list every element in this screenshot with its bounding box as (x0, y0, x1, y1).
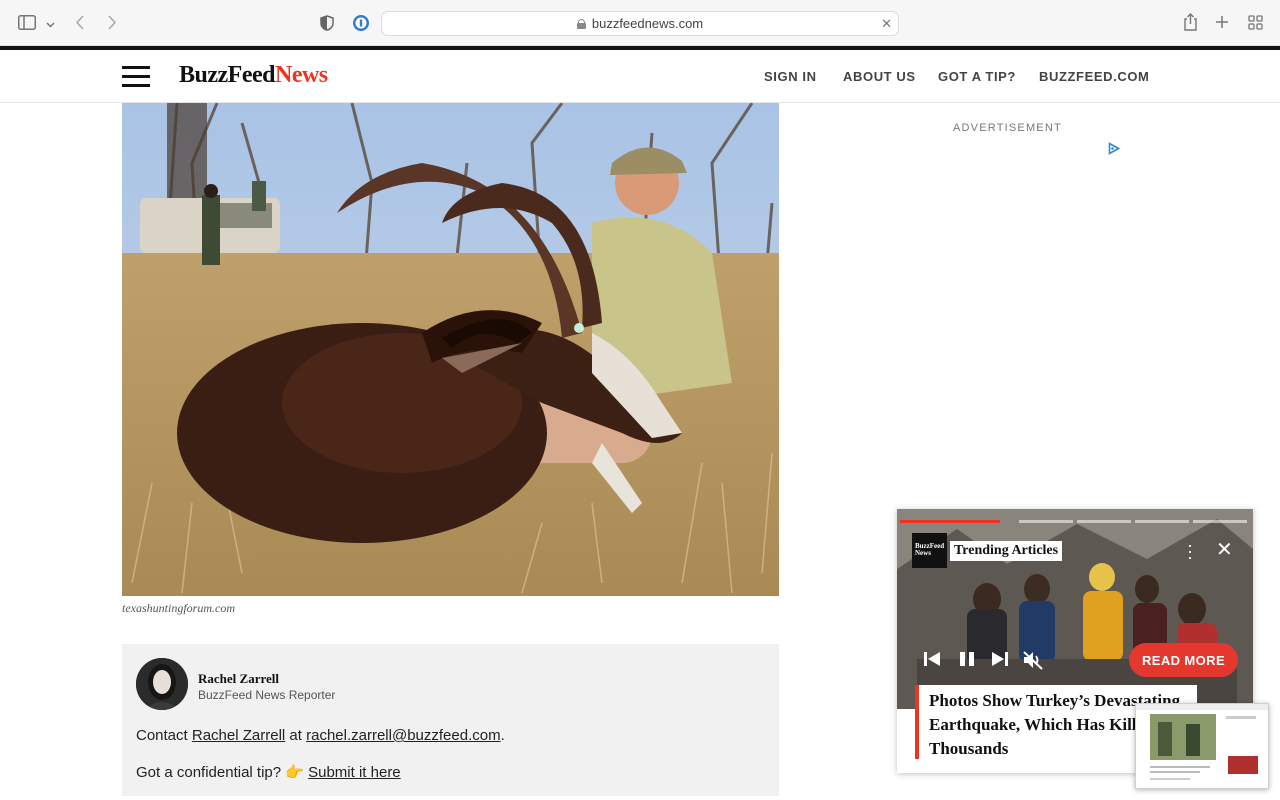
logo-buzzfeed: BuzzFeed (179, 62, 275, 88)
screenshot-thumbnail[interactable] (1135, 703, 1269, 789)
logo-news: News (274, 62, 328, 88)
read-more-button[interactable]: READ MORE (1129, 643, 1238, 677)
widget-logo: BuzzFeed News (912, 533, 947, 568)
sidebar-icon[interactable] (18, 15, 36, 34)
widget-logo-line2: News (915, 549, 931, 557)
submit-tip-link[interactable]: Submit it here (308, 764, 401, 781)
nav-got-a-tip[interactable]: GOT A TIP? (938, 69, 1016, 84)
progress-segment-3 (1077, 520, 1131, 523)
author-name[interactable]: Rachel Zarrell (198, 671, 279, 687)
menu-icon[interactable] (122, 66, 150, 87)
share-icon[interactable] (1183, 13, 1198, 35)
pause-icon[interactable] (958, 650, 976, 673)
forward-icon[interactable] (107, 15, 117, 34)
image-caption: texashuntingforum.com (122, 601, 235, 615)
close-icon[interactable]: ✕ (1216, 540, 1233, 560)
advertisement-label: ADVERTISEMENT (953, 122, 1062, 134)
author-role: BuzzFeed News Reporter (198, 688, 336, 702)
previous-icon[interactable] (923, 650, 941, 673)
progress-segment-2 (1019, 520, 1073, 523)
url-text: buzzfeednews.com (591, 16, 704, 31)
contact-prefix: Contact (136, 727, 188, 744)
shield-icon[interactable] (320, 15, 334, 35)
progress-segment-1 (900, 520, 1000, 523)
contact-line: Contact Rachel Zarrell at rachel.zarrell… (136, 727, 505, 744)
contact-suffix: . (500, 727, 505, 744)
tabs-grid-icon[interactable] (1248, 15, 1263, 34)
site-header: BuzzFeedNews SIGN IN ABOUT US GOT A TIP?… (0, 50, 1280, 103)
video-player[interactable]: BuzzFeed News Trending Articles · · · ✕ REA… (897, 509, 1253, 709)
mute-icon[interactable] (1022, 650, 1044, 675)
contact-at: at (289, 727, 302, 744)
browser-toolbar: buzzfeednews.com ✕ (0, 0, 1280, 46)
buzzfeed-news-logo[interactable]: BuzzFeedNews (179, 62, 328, 89)
progress-segment-5 (1193, 520, 1247, 523)
author-avatar[interactable] (136, 658, 188, 710)
contact-name-link[interactable]: Rachel Zarrell (192, 727, 285, 744)
password-icon[interactable] (352, 14, 370, 36)
author-bio: Rachel Zarrell BuzzFeed News Reporter Co… (122, 644, 779, 796)
lock-icon (576, 18, 586, 29)
author-email-link[interactable]: rachel.zarrell@buzzfeed.com (306, 727, 500, 744)
plus-icon[interactable] (1215, 15, 1229, 33)
chevron-down-icon[interactable] (46, 17, 55, 33)
clear-url-icon[interactable]: ✕ (881, 16, 892, 32)
next-icon[interactable] (991, 650, 1009, 673)
nav-sign-in[interactable]: SIGN IN (764, 69, 817, 84)
adchoices-icon[interactable] (1108, 142, 1121, 160)
address-bar[interactable]: buzzfeednews.com ✕ (381, 11, 899, 36)
article-photo (122, 103, 779, 596)
widget-title: Trending Articles (950, 541, 1063, 561)
nav-buzzfeed-com[interactable]: BUZZFEED.COM (1039, 69, 1149, 84)
more-options-icon[interactable]: · · · (1186, 536, 1194, 566)
back-icon[interactable] (75, 15, 85, 34)
tip-prefix: Got a confidential tip? 👉 (136, 764, 304, 781)
nav-about-us[interactable]: ABOUT US (843, 69, 916, 84)
tip-line: Got a confidential tip? 👉 Submit it here (136, 763, 401, 781)
progress-segment-4 (1135, 520, 1189, 523)
